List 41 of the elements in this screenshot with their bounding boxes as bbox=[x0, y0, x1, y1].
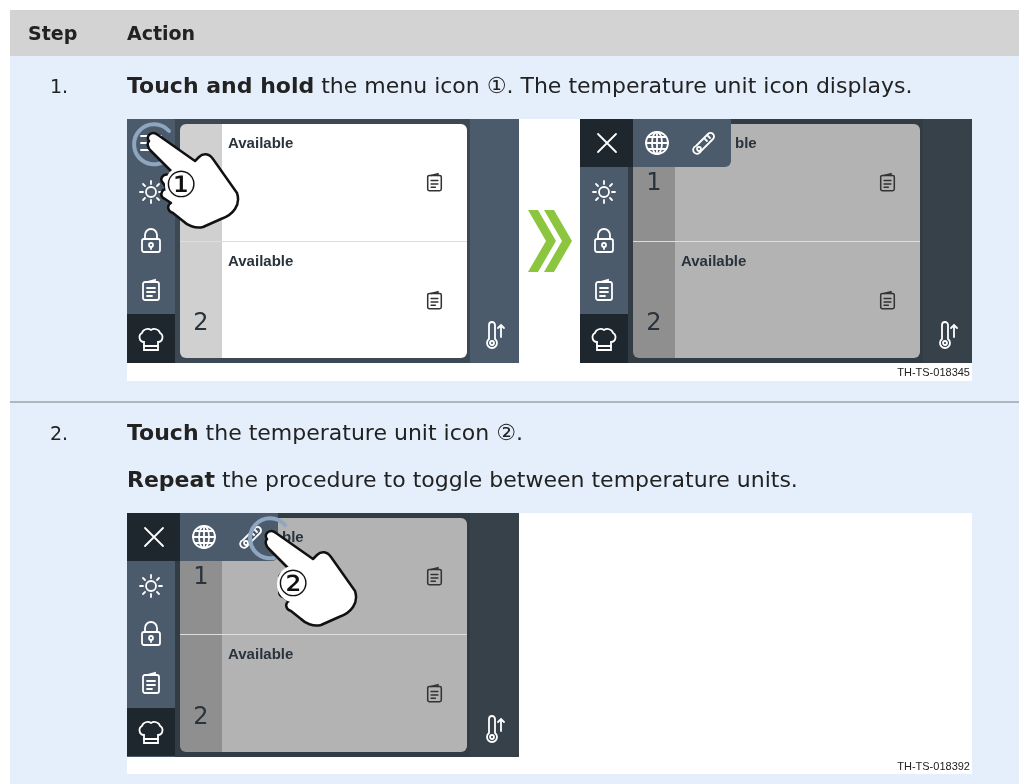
step-number: 1. bbox=[50, 75, 69, 97]
slot-status: Available bbox=[681, 250, 748, 271]
document-icon bbox=[879, 289, 896, 311]
slot-status: Available bbox=[228, 133, 295, 153]
document-icon bbox=[426, 289, 443, 311]
slot-number: 2 bbox=[193, 307, 209, 338]
document-icon bbox=[879, 172, 896, 193]
instruction-text: Touch the temperature unit icon ②. bbox=[127, 418, 524, 447]
slot-status: Available bbox=[228, 250, 295, 271]
step-number: 2. bbox=[50, 421, 69, 444]
instruction-text: Touch and hold the menu icon ①. The temperature unit icon displays. bbox=[127, 72, 914, 100]
chef-hat-icon bbox=[137, 325, 165, 352]
chef-hat-icon bbox=[137, 719, 165, 746]
document-icon bbox=[426, 565, 443, 587]
slot-status: Available bbox=[228, 644, 295, 664]
figure-id: TH-TS-018392 bbox=[897, 759, 970, 772]
slot-number: 2 bbox=[193, 700, 209, 732]
slot-status: ble bbox=[735, 133, 758, 153]
slot-number: 1 bbox=[193, 560, 209, 592]
lock-icon bbox=[140, 621, 162, 648]
document-icon bbox=[594, 277, 614, 302]
slot-number: 2 bbox=[646, 307, 662, 338]
slot-number: 1 bbox=[646, 167, 662, 199]
figure-id: TH-TS-018345 bbox=[897, 366, 970, 378]
column-header: Step bbox=[27, 20, 79, 46]
document-icon bbox=[141, 671, 161, 696]
document-icon bbox=[141, 277, 161, 302]
chef-hat-icon bbox=[590, 325, 618, 352]
globe-icon bbox=[644, 130, 670, 156]
sun-icon bbox=[591, 179, 617, 206]
globe-icon bbox=[191, 523, 217, 550]
column-header: Action bbox=[127, 20, 196, 46]
lock-icon bbox=[593, 228, 615, 254]
lock-icon bbox=[140, 228, 162, 254]
sun-icon bbox=[138, 179, 164, 206]
instruction-text: Repeat the procedure to toggle between temperature units. bbox=[127, 465, 799, 494]
sun-icon bbox=[138, 572, 164, 599]
close-icon bbox=[595, 132, 618, 154]
document-icon bbox=[426, 172, 443, 193]
close-icon bbox=[142, 525, 165, 548]
document-icon bbox=[426, 683, 443, 704]
